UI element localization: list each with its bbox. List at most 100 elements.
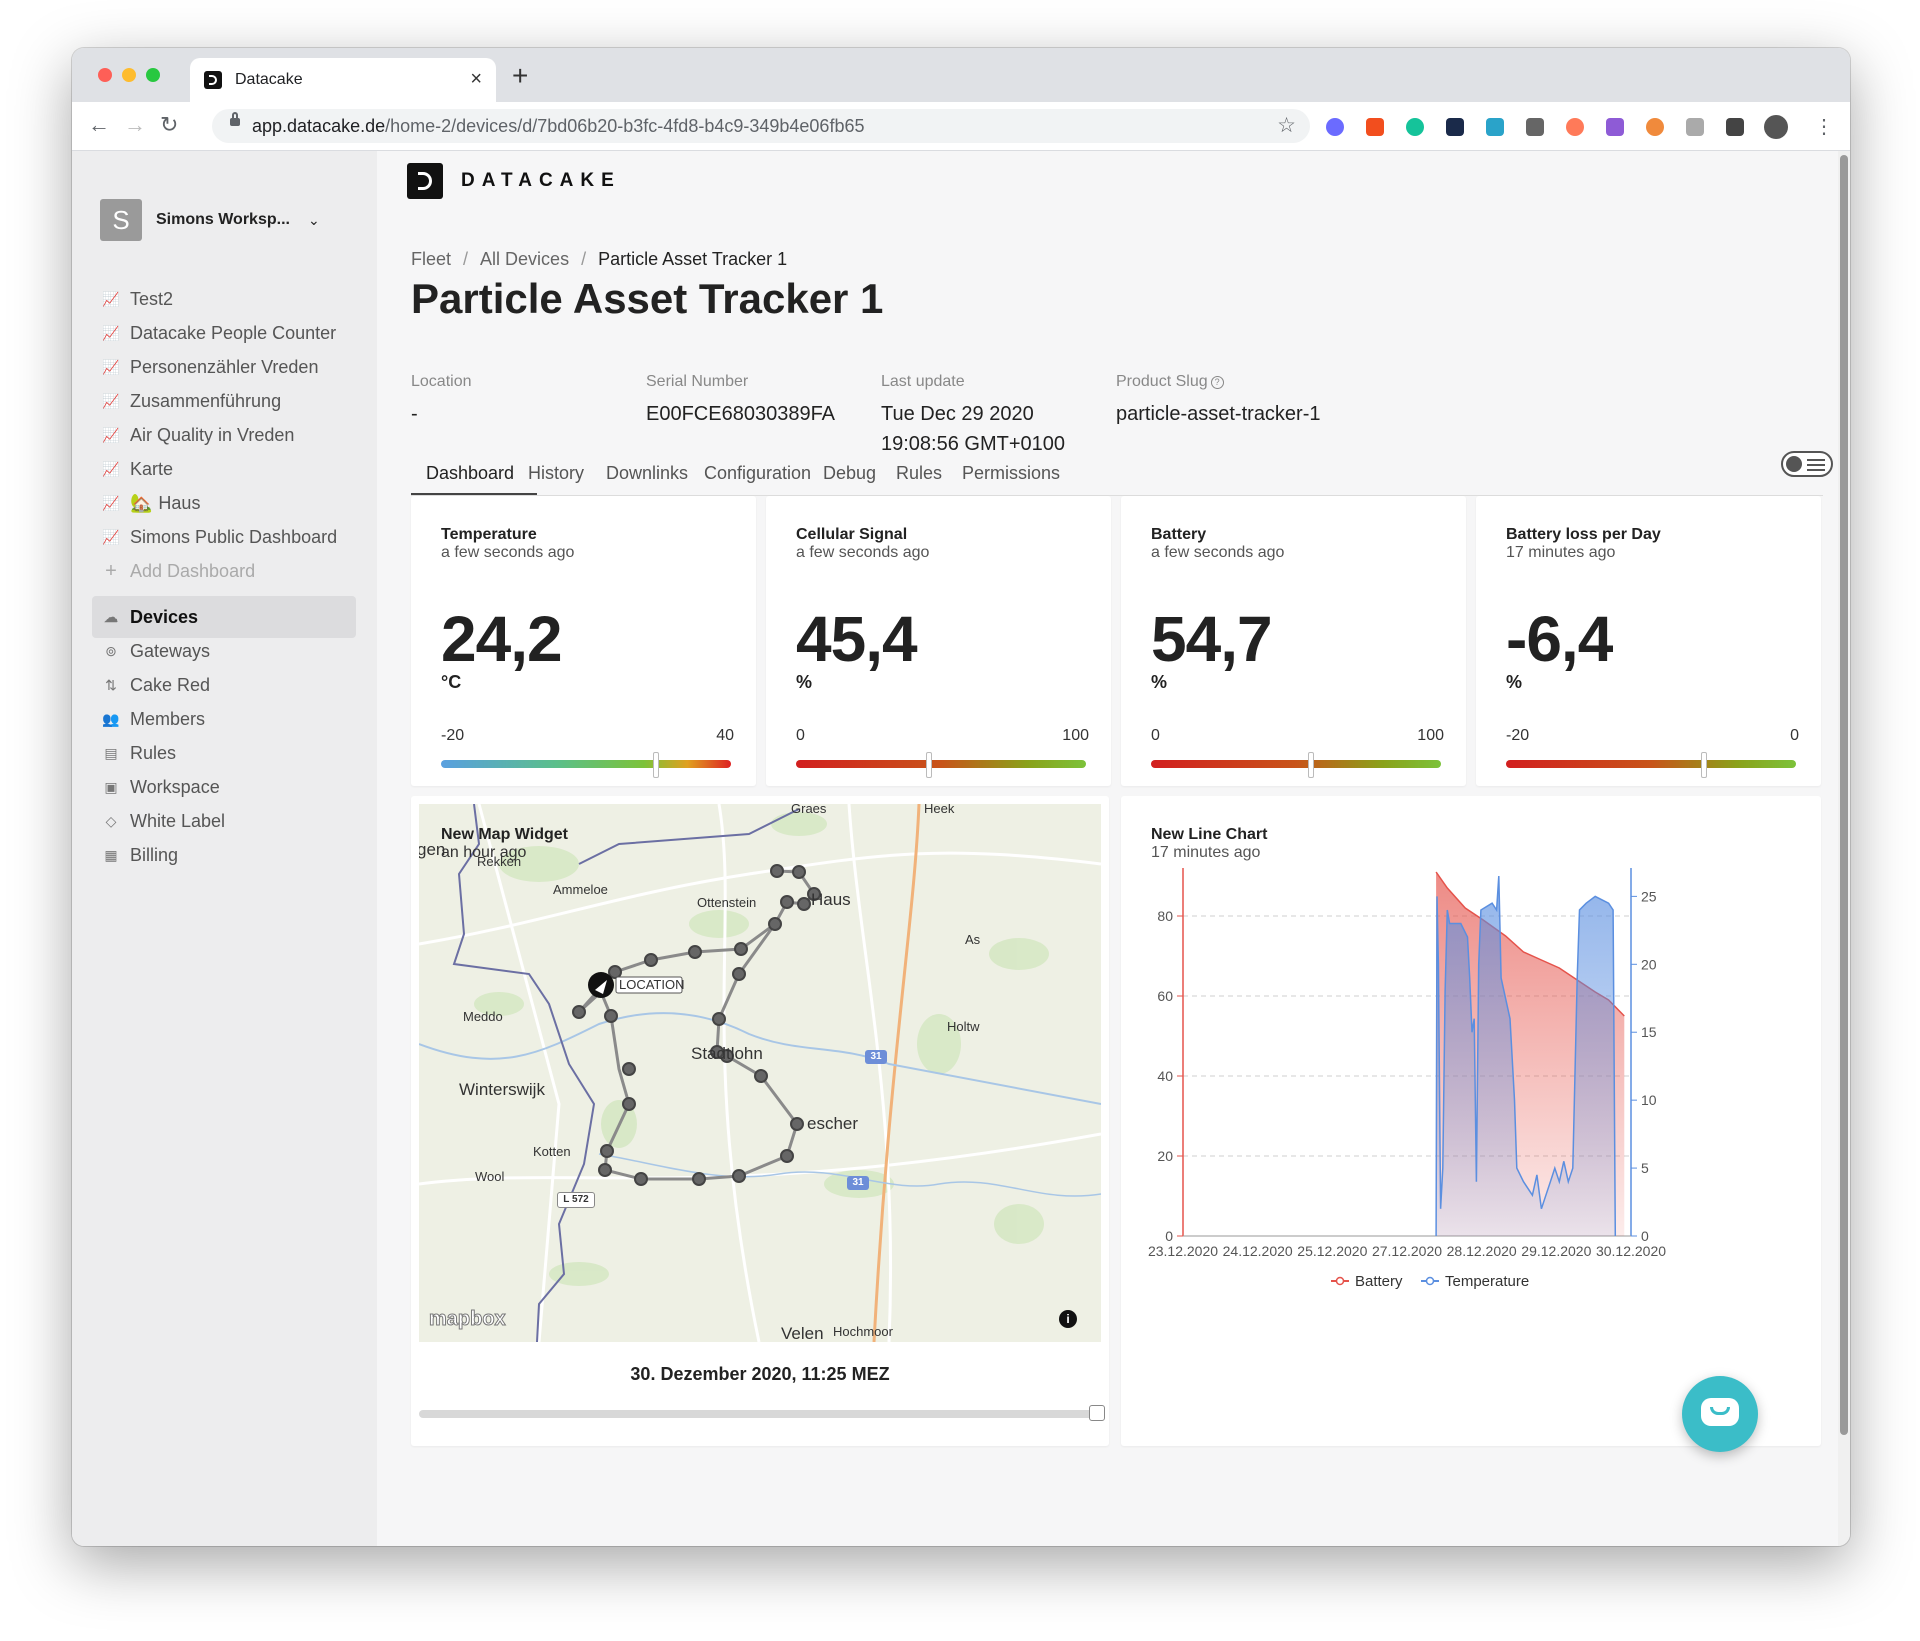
tab-history[interactable]: History: [528, 463, 584, 484]
back-icon[interactable]: ←: [88, 112, 110, 138]
page-scrollbar[interactable]: [1838, 151, 1850, 1546]
chat-icon: [1701, 1398, 1739, 1426]
map-info-icon[interactable]: i: [1059, 1310, 1077, 1328]
scrollbar-thumb[interactable]: [1840, 155, 1848, 1435]
edit-mode-toggle[interactable]: [1781, 451, 1833, 477]
hubspot-icon[interactable]: [1566, 118, 1584, 136]
map-place-label: Meddo: [463, 1009, 503, 1024]
browser-menu-icon[interactable]: ⋮: [1814, 114, 1834, 139]
map-place-label: Kotten: [533, 1144, 571, 1159]
bookmark-star-icon[interactable]: ☆: [1277, 113, 1296, 138]
x-tick-label: 27.12.2020: [1372, 1243, 1442, 1259]
workspace-name: Simons Worksp...: [156, 211, 290, 229]
grammarly-icon[interactable]: [1406, 118, 1424, 136]
url-text: app.datacake.de/home-2/devices/d/7bd06b2…: [252, 116, 864, 137]
reload-icon[interactable]: ↻: [160, 112, 178, 138]
gauge-marker: [1308, 752, 1314, 778]
widget-title: Temperature: [441, 526, 537, 544]
lock-icon: [230, 118, 240, 126]
tab-rules[interactable]: Rules: [896, 463, 942, 484]
map-place-label: As: [965, 932, 980, 947]
address-bar[interactable]: app.datacake.de/home-2/devices/d/7bd06b2…: [212, 109, 1310, 143]
chat-button[interactable]: [1682, 1376, 1758, 1452]
road-badge: 31: [865, 1050, 887, 1064]
legend-label: Temperature: [1445, 1273, 1529, 1290]
extension-9-icon[interactable]: [1646, 118, 1664, 136]
device-tabs: Dashboard History Downlinks Configuratio…: [411, 451, 1823, 496]
serial-label: Serial Number: [646, 373, 916, 391]
sidebar-item-label: Datacake People Counter: [130, 323, 336, 344]
gauge-marker: [926, 752, 932, 778]
close-tab-icon[interactable]: ×: [470, 68, 482, 91]
breadcrumb-all-devices[interactable]: All Devices: [480, 249, 569, 269]
chart-icon: 📈: [102, 427, 120, 443]
map-place-label: Velen: [781, 1324, 824, 1342]
help-icon[interactable]: ?: [1211, 376, 1224, 389]
extension-5-icon[interactable]: [1486, 118, 1504, 136]
sidebar-item-billing[interactable]: ▦Billing: [92, 834, 356, 876]
extensions-puzzle-icon[interactable]: [1726, 118, 1744, 136]
map-place-label: Holtw: [947, 1019, 980, 1034]
maximize-window-button[interactable]: [146, 68, 160, 82]
sidebar-item-label: Haus: [158, 493, 200, 514]
map-canvas[interactable]: LOCATION New Map Widget an hour ago Grae…: [419, 804, 1101, 1342]
tab-configuration[interactable]: Configuration: [704, 463, 811, 484]
sidebar-item-label: Cake Red: [130, 675, 210, 696]
sidebar-item-label: Zusammenführung: [130, 391, 281, 412]
extension-6-icon[interactable]: [1526, 118, 1544, 136]
widget-title: Battery loss per Day: [1506, 526, 1661, 544]
forward-icon[interactable]: →: [124, 112, 146, 138]
meta-product-slug: Product Slug? particle-asset-tracker-1: [1116, 373, 1386, 429]
minimize-window-button[interactable]: [122, 68, 136, 82]
chart-icon: 📈: [102, 325, 120, 341]
profile-avatar[interactable]: [1764, 115, 1788, 139]
extension-4-icon[interactable]: [1446, 118, 1464, 136]
extension-8-icon[interactable]: [1606, 118, 1624, 136]
sidebar-item-label: Air Quality in Vreden: [130, 425, 294, 446]
gauge-marker: [653, 752, 659, 778]
datacake-logo[interactable]: DATACAKE: [407, 163, 621, 199]
time-slider-handle[interactable]: [1089, 1405, 1105, 1421]
extension-1-icon[interactable]: [1326, 118, 1344, 136]
time-slider[interactable]: [419, 1410, 1101, 1418]
sliders-icon: [1807, 459, 1825, 474]
url-host: app.datacake.de: [252, 116, 385, 136]
tab-downlinks[interactable]: Downlinks: [606, 463, 688, 484]
tab-debug[interactable]: Debug: [823, 463, 876, 484]
sidebar-item-label: Rules: [130, 743, 176, 764]
map-timestamp: 30. Dezember 2020, 11:25 MEZ: [411, 1364, 1109, 1385]
tab-title: Datacake: [235, 71, 303, 89]
close-window-button[interactable]: [98, 68, 112, 82]
breadcrumb-fleet[interactable]: Fleet: [411, 249, 451, 269]
browser-tab-bar: Datacake × +: [72, 48, 1850, 102]
chart-icon: 📈: [102, 495, 120, 511]
chevron-down-icon: ⌄: [308, 212, 320, 229]
extension-10-icon[interactable]: [1686, 118, 1704, 136]
gauge-min: 0: [1151, 727, 1160, 745]
map-place-label: Heek: [924, 804, 954, 816]
house-emoji-icon: 🏡: [130, 493, 152, 514]
widget-value: 24,2: [441, 602, 562, 676]
x-tick-label: 28.12.2020: [1447, 1243, 1517, 1259]
chart-icon: 📈: [102, 291, 120, 307]
widget-map: LOCATION New Map Widget an hour ago Grae…: [411, 796, 1109, 1446]
map-place-label: Hochmoor: [833, 1324, 893, 1339]
chart-icon: 📈: [102, 461, 120, 477]
browser-tab[interactable]: Datacake ×: [190, 58, 496, 102]
location-value: -: [411, 399, 681, 429]
meta-last-update: Last update Tue Dec 29 2020 19:08:56 GMT…: [881, 373, 1111, 459]
add-dashboard-button[interactable]: +Add Dashboard: [92, 550, 356, 592]
last-update-label: Last update: [881, 373, 1111, 391]
tab-permissions[interactable]: Permissions: [962, 463, 1060, 484]
widget-subtitle: a few seconds ago: [1151, 544, 1284, 562]
page-title: Particle Asset Tracker 1: [411, 275, 883, 323]
workspace-switcher[interactable]: S Simons Worksp... ⌄: [100, 199, 320, 241]
widget-subtitle: a few seconds ago: [441, 544, 574, 562]
widget-title: Battery: [1151, 526, 1206, 544]
extension-2-icon[interactable]: [1366, 118, 1384, 136]
map-place-label: gen: [419, 840, 445, 860]
new-tab-icon[interactable]: +: [512, 60, 528, 92]
tab-dashboard[interactable]: Dashboard: [426, 463, 514, 484]
road-badge: L 572: [557, 1192, 595, 1208]
y-right-tick-label: 0: [1641, 1228, 1649, 1244]
